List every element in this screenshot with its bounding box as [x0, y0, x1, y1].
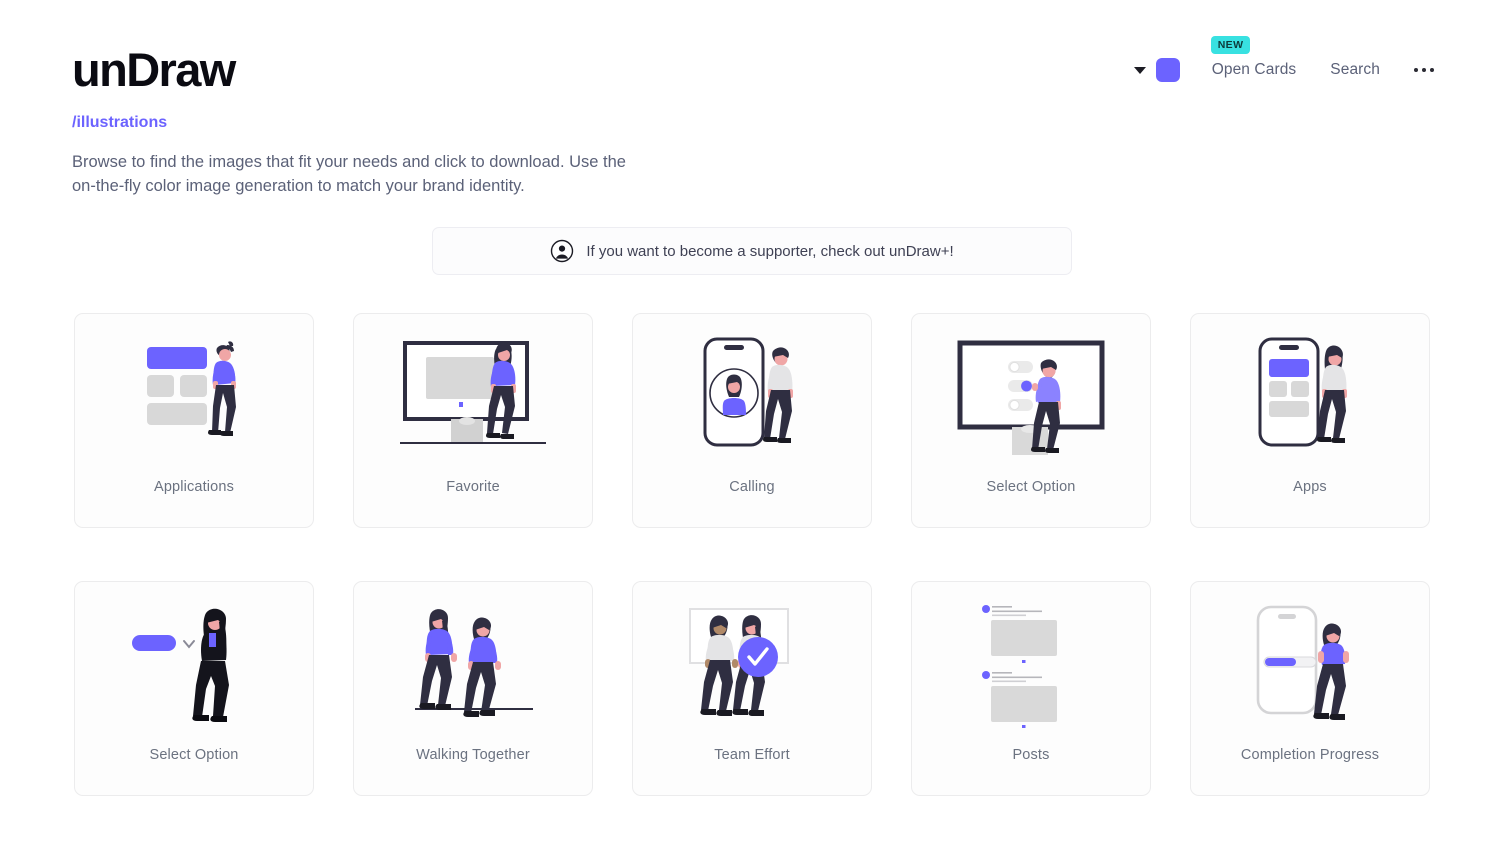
card-label: Apps	[1293, 479, 1327, 495]
ellipsis-icon[interactable]	[1414, 68, 1434, 72]
applications-illustration	[75, 314, 313, 469]
select-option-dropdown-illustration	[75, 582, 313, 737]
breadcrumb[interactable]: /illustrations	[72, 114, 167, 132]
team-effort-illustration	[633, 582, 871, 737]
nav-search-label: Search	[1330, 61, 1380, 78]
favorite-illustration	[354, 314, 592, 469]
illustration-grid: Applications Favorite Calling Select Opt…	[74, 313, 1430, 796]
calling-illustration	[633, 314, 871, 469]
select-option-monitor-illustration	[912, 314, 1150, 469]
illustration-card-posts[interactable]: Posts	[911, 581, 1151, 796]
nav-open-cards[interactable]: NEW Open Cards	[1210, 36, 1297, 79]
site-header: unDraw NEW Open Cards Search	[0, 0, 1490, 110]
card-label: Select Option	[986, 479, 1076, 495]
page-description: Browse to find the images that fit your …	[72, 153, 626, 195]
header-nav: NEW Open Cards Search	[1133, 36, 1434, 82]
illustration-card-favorite[interactable]: Favorite	[353, 313, 593, 528]
card-label: Select Option	[149, 747, 239, 763]
card-label: Team Effort	[714, 747, 790, 763]
illustration-card-calling[interactable]: Calling	[632, 313, 872, 528]
illustration-card-completion-progress[interactable]: Completion Progress	[1190, 581, 1430, 796]
undraw-logo[interactable]: unDraw	[72, 46, 236, 93]
card-label: Favorite	[446, 479, 500, 495]
illustration-card-apps[interactable]: Apps	[1190, 313, 1430, 528]
walking-together-illustration	[354, 582, 592, 737]
completion-progress-illustration	[1191, 582, 1429, 737]
nav-search[interactable]: Search	[1330, 61, 1380, 79]
undraw-illustrations-page: unDraw NEW Open Cards Search /illustrati…	[0, 0, 1490, 841]
card-label: Posts	[1012, 747, 1050, 763]
supporter-banner[interactable]: If you want to become a supporter, check…	[432, 227, 1072, 275]
card-label: Walking Together	[416, 747, 530, 763]
card-label: Calling	[729, 479, 775, 495]
chevron-down-icon[interactable]	[1133, 66, 1146, 74]
new-badge: NEW	[1210, 36, 1251, 54]
nav-open-cards-label: Open Cards	[1211, 61, 1297, 78]
avatar-icon	[550, 239, 574, 263]
supporter-text: If you want to become a supporter, check…	[586, 242, 954, 260]
illustration-card-applications[interactable]: Applications	[74, 313, 314, 528]
apps-illustration	[1191, 314, 1429, 469]
color-swatch-button[interactable]	[1155, 58, 1180, 82]
illustration-card-team-effort[interactable]: Team Effort	[632, 581, 872, 796]
card-label: Applications	[154, 479, 234, 495]
illustration-card-walking-together[interactable]: Walking Together	[353, 581, 593, 796]
card-label: Completion Progress	[1240, 747, 1380, 763]
posts-illustration	[912, 582, 1150, 737]
illustration-card-select-option-dropdown[interactable]: Select Option	[74, 581, 314, 796]
illustration-card-select-option-monitor[interactable]: Select Option	[911, 313, 1151, 528]
